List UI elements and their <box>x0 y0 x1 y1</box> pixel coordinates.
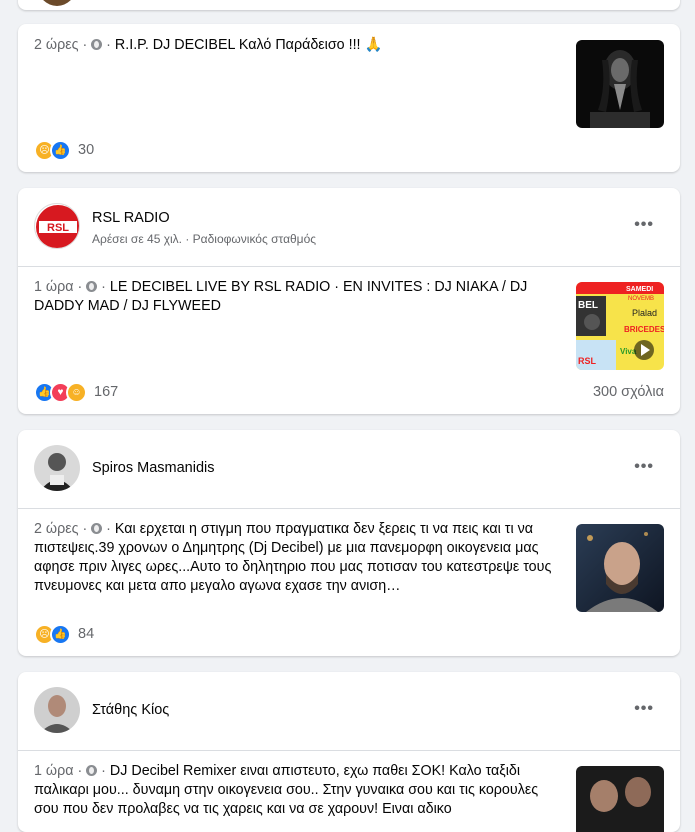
post-thumbnail[interactable]: SAMEDI NOVEMB BEL Plalad BRICEDES RSL Vi… <box>576 282 664 370</box>
post-header: RSL RSL RADIO Αρέσει σε 45 χιλ. · Ραδιοφ… <box>18 188 680 267</box>
top-card-partial <box>18 0 680 10</box>
post-text: 1 ώρα · · LE DECIBEL LIVE BY RSL RADIO ·… <box>34 279 528 314</box>
more-options-button[interactable]: ••• <box>634 216 654 234</box>
reaction-summary[interactable]: 👍 ♥ ☺ 167 <box>34 381 119 403</box>
post-body: DJ Decibel Remixer ειναι απιστευτο, εχω … <box>34 763 539 817</box>
post-thumbnail[interactable] <box>576 40 664 128</box>
author-name[interactable]: Στάθης Κίος <box>92 702 169 718</box>
post-body: R.I.P. DJ DECIBEL Καλό Παράδεισο !!! 🙏 <box>114 37 383 53</box>
post-card: Στάθης Κίος ••• 1 ώρα · · DJ Decibel Rem… <box>18 672 680 832</box>
globe-icon <box>91 523 103 534</box>
avatar[interactable] <box>34 445 80 491</box>
avatar-logo-text: RSL <box>47 222 69 234</box>
thumb-text: BRICEDES <box>624 325 664 334</box>
like-icon: 👍 <box>50 623 71 645</box>
thumb-text: SAMEDI <box>626 286 653 293</box>
globe-icon <box>86 281 98 292</box>
post-thumbnail[interactable] <box>576 524 664 612</box>
author-name[interactable]: RSL RADIO <box>92 210 170 226</box>
post-text: 2 ώρες · · Και ερχεται η στιγμη που πραγ… <box>34 521 552 594</box>
post-card: 2 ώρες · · R.I.P. DJ DECIBEL Καλό Παράδε… <box>18 24 680 172</box>
reaction-count: 30 <box>78 142 95 158</box>
post-text: 1 ώρα · · DJ Decibel Remixer ειναι απιστ… <box>34 763 539 817</box>
post-text: 2 ώρες · · R.I.P. DJ DECIBEL Καλό Παράδε… <box>34 37 383 53</box>
reaction-count: 84 <box>78 626 95 642</box>
like-icon: 👍 <box>50 139 71 161</box>
thumb-text: RSL <box>578 356 597 366</box>
reaction-summary[interactable]: ☹ 👍 84 <box>34 623 95 645</box>
post-card: Spiros Masmanidis ••• 2 ώρες · · Και ερχ… <box>18 430 680 656</box>
post-time[interactable]: 1 ώρα <box>34 763 73 779</box>
post-header: Στάθης Κίος ••• <box>18 672 680 751</box>
thumb-text: Plalad <box>632 308 657 318</box>
post-time[interactable]: 2 ώρες <box>34 521 78 537</box>
post-time[interactable]: 1 ώρα <box>34 279 73 295</box>
thumb-text: BEL <box>578 300 598 311</box>
reaction-summary[interactable]: ☹ 👍 30 <box>34 139 95 161</box>
globe-icon <box>86 765 98 776</box>
author-name[interactable]: Spiros Masmanidis <box>92 460 215 476</box>
avatar[interactable]: RSL <box>34 203 80 249</box>
post-thumbnail[interactable] <box>576 766 664 832</box>
post-time[interactable]: 2 ώρες <box>34 37 78 53</box>
avatar[interactable] <box>38 0 76 6</box>
care-icon: ☺ <box>66 381 87 403</box>
comment-count-link[interactable]: 300 σχόλια <box>593 384 664 400</box>
more-options-button[interactable]: ••• <box>634 458 654 476</box>
more-options-button[interactable]: ••• <box>634 700 654 718</box>
post-card: RSL RSL RADIO Αρέσει σε 45 χιλ. · Ραδιοφ… <box>18 188 680 414</box>
page-subtitle: Αρέσει σε 45 χιλ. · Ραδιοφωνικός σταθμός <box>92 232 317 246</box>
reaction-count: 167 <box>94 384 119 400</box>
avatar[interactable] <box>34 687 80 733</box>
post-header: Spiros Masmanidis ••• <box>18 430 680 509</box>
globe-icon <box>91 39 103 50</box>
thumb-text: NOVEMB <box>628 296 654 302</box>
